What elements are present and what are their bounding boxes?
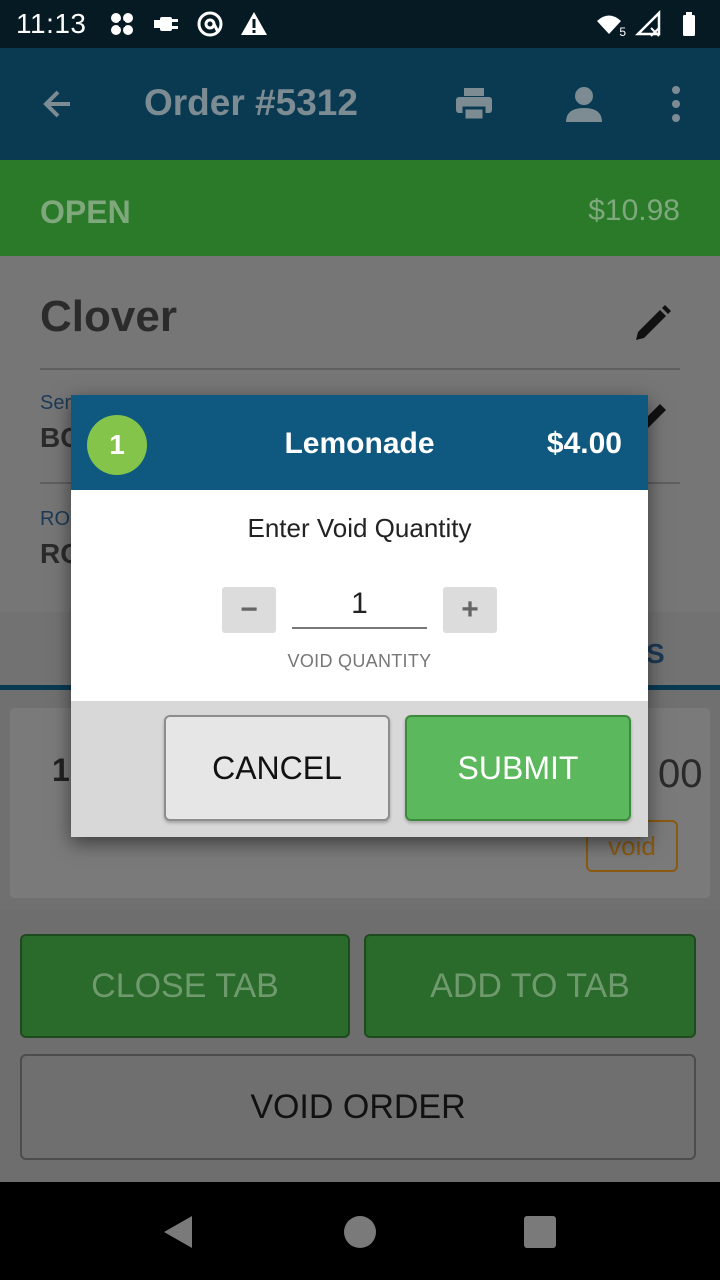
decrement-button[interactable]: − [222,587,276,633]
dialog-item-price: $4.00 [546,427,622,460]
add-to-tab-button[interactable]: ADD TO TAB [364,934,696,1038]
wifi-badge: 5 [619,25,626,39]
page-title: Order #5312 [144,82,358,123]
usb-plug-icon [151,9,181,39]
customer-name: Clover [40,292,177,341]
divider [40,368,680,370]
void-quantity-caption: VOID QUANTITY [287,651,432,671]
order-status-strip: OPEN $10.98 [0,160,720,256]
nav-back-icon[interactable] [160,1214,196,1250]
dialog-header: 1 Lemonade $4.00 [71,395,648,490]
bottom-actions: CLOSE TAB ADD TO TAB VOID ORDER [0,910,720,1182]
wifi-icon: 5 [594,9,626,39]
dialog-footer: CANCEL SUBMIT [71,701,648,837]
print-icon[interactable] [446,76,502,132]
line-item-qty: 1 [52,752,70,788]
void-order-button[interactable]: VOID ORDER [20,1054,696,1160]
void-quantity-input[interactable] [292,581,427,629]
status-left-icons [107,9,269,39]
app-bar: Order #5312 [0,48,720,160]
cancel-button[interactable]: CANCEL [164,715,390,821]
more-vertical-icon[interactable] [652,76,700,132]
void-quantity-dialog: 1 Lemonade $4.00 Enter Void Quantity − +… [71,395,648,837]
nav-recents-icon[interactable] [524,1216,556,1248]
status-right-icons: 5 [594,9,704,39]
line-item-price: 00 [658,752,703,796]
status-bar: 11:13 5 [0,0,720,48]
close-tab-button[interactable]: CLOSE TAB [20,934,350,1038]
at-sign-icon [195,9,225,39]
system-nav-bar [0,1182,720,1280]
back-arrow-icon[interactable] [30,76,86,132]
edit-pencil-icon[interactable] [630,302,674,346]
dialog-prompt: Enter Void Quantity [247,513,472,543]
status-time: 11:13 [16,8,87,39]
role-label: RO [40,508,70,530]
cellular-off-icon [634,9,664,39]
warning-icon [239,9,269,39]
increment-button[interactable]: + [443,587,497,633]
submit-button[interactable]: SUBMIT [405,715,631,821]
clover-icon [107,9,137,39]
nav-home-icon[interactable] [344,1216,376,1248]
battery-icon [674,9,704,39]
person-icon[interactable] [556,76,612,132]
order-status: OPEN [40,194,131,230]
server-label: Ser [40,392,72,414]
order-total: $10.98 [588,194,680,227]
tab-items-partial[interactable]: S [646,638,665,670]
